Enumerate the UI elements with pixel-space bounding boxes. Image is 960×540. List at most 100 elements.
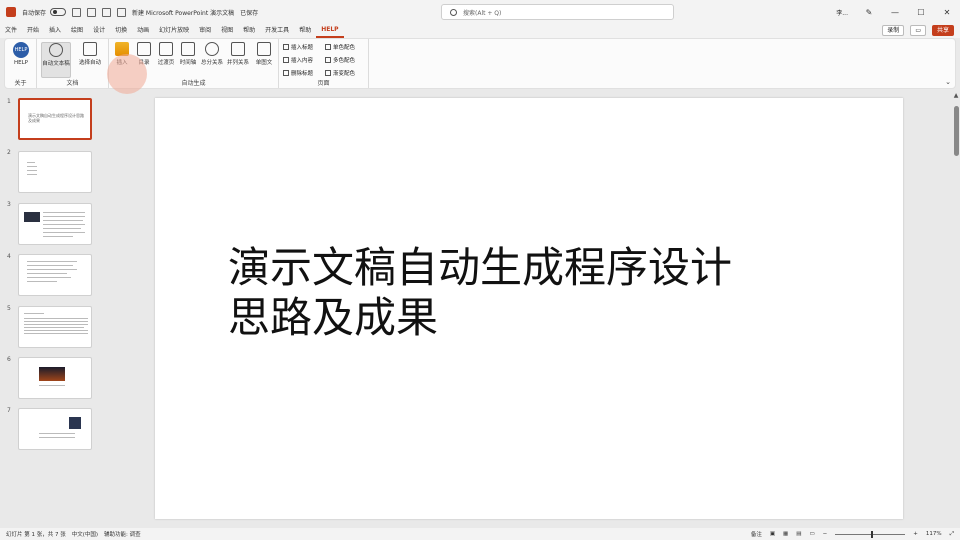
- search-placeholder: 搜索(Alt + Q): [463, 9, 502, 17]
- select-auto-button[interactable]: 选择自动: [75, 42, 105, 66]
- tab-file[interactable]: 文件: [0, 24, 22, 38]
- scroll-up-icon[interactable]: ▲: [952, 92, 960, 99]
- tab-animations[interactable]: 动画: [132, 24, 154, 38]
- slide-thumbnail-4[interactable]: [18, 254, 92, 296]
- insert-content-button[interactable]: 插入内容: [283, 56, 313, 64]
- slide-thumbnail-5[interactable]: [18, 306, 92, 348]
- slide-thumbnail-3[interactable]: [18, 203, 92, 245]
- notes-button[interactable]: 备注: [751, 530, 762, 538]
- slide-number: 2: [7, 149, 11, 156]
- group-label-page: 页面: [317, 80, 330, 87]
- normal-view-icon[interactable]: ▣: [770, 531, 775, 537]
- status-bar: 幻灯片 第 1 张，共 7 张 中文(中国) 辅助功能: 调查 备注 ▣ ▦ ▤…: [0, 528, 960, 540]
- tab-help-addin[interactable]: HELP: [316, 24, 344, 38]
- delete-title-button[interactable]: 删除标题: [283, 69, 313, 77]
- group-about: HELP HELP 关于: [5, 39, 37, 88]
- transition-page-button[interactable]: 过渡页: [155, 42, 177, 66]
- multi-color-button[interactable]: 多色配色: [325, 56, 355, 64]
- pen-icon[interactable]: ✎: [856, 8, 882, 17]
- list-icon: [137, 42, 151, 56]
- maximize-button[interactable]: ☐: [908, 8, 934, 17]
- zoom-slider[interactable]: [835, 530, 906, 538]
- timeline-button[interactable]: 时间轴: [177, 42, 199, 66]
- insert-title-button[interactable]: 插入标题: [283, 43, 313, 51]
- group-label-document: 文档: [66, 80, 79, 87]
- tab-design[interactable]: 设计: [88, 24, 110, 38]
- tab-transitions[interactable]: 切换: [110, 24, 132, 38]
- fit-slide-icon[interactable]: ⤢: [950, 531, 954, 538]
- slide-title[interactable]: 演示文稿自动生成程序设计思路及成果: [228, 243, 768, 343]
- slide-sorter-icon[interactable]: ▦: [783, 531, 788, 537]
- file-name[interactable]: 新建 Microsoft PowerPoint 演示文稿: [132, 8, 234, 17]
- slide-thumbnail-6[interactable]: [18, 357, 92, 399]
- slide-number: 1: [7, 98, 11, 105]
- search-box[interactable]: 搜索(Alt + Q): [441, 4, 674, 20]
- slide-number: 4: [7, 253, 11, 260]
- hierarchy-icon: [205, 42, 219, 56]
- start-slideshow-icon[interactable]: [117, 7, 127, 17]
- zoom-out-icon[interactable]: −: [823, 531, 828, 537]
- save-icon[interactable]: [72, 7, 82, 17]
- record-button[interactable]: 录制: [882, 25, 905, 36]
- slide-thumbnail-2[interactable]: [18, 151, 92, 193]
- group-label-about: 关于: [14, 80, 27, 87]
- slide-number: 3: [7, 201, 11, 208]
- group-page: 插入标题 插入内容 删除标题 单色配色 多色配色 渐变配色 页面: [279, 39, 369, 88]
- image-text-icon: [257, 42, 271, 56]
- ribbon-tabs: 文件 开始 插入 绘图 设计 切换 动画 幻灯片放映 审阅 视图 帮助 开发工具…: [0, 24, 960, 38]
- slide-number: 5: [7, 305, 11, 312]
- comments-button[interactable]: ▭: [910, 25, 926, 36]
- help-button[interactable]: HELP HELP: [10, 42, 32, 66]
- zoom-in-icon[interactable]: +: [913, 531, 918, 537]
- minimize-button[interactable]: —: [882, 8, 908, 17]
- gradient-color-button[interactable]: 渐变配色: [325, 69, 355, 77]
- content-icon: [283, 57, 289, 63]
- redo-icon[interactable]: [102, 7, 112, 17]
- tab-slideshow[interactable]: 幻灯片放映: [154, 24, 194, 38]
- saved-state[interactable]: 已保存: [240, 8, 258, 17]
- slide-info: 幻灯片 第 1 张，共 7 张: [6, 532, 66, 538]
- tab-insert[interactable]: 插入: [44, 24, 66, 38]
- powerpoint-logo-icon: [6, 7, 16, 17]
- lines-icon: [159, 42, 173, 56]
- timeline-icon: [181, 42, 195, 56]
- autosave-toggle[interactable]: [50, 8, 67, 16]
- slide-number: 6: [7, 356, 11, 363]
- grid-icon: [231, 42, 245, 56]
- reading-view-icon[interactable]: ▤: [796, 531, 801, 537]
- scrollbar-thumb[interactable]: [954, 106, 959, 156]
- user-name[interactable]: 李...: [836, 8, 848, 17]
- zoom-level[interactable]: 117%: [926, 531, 942, 537]
- help-logo-icon: HELP: [13, 42, 29, 58]
- slide-number: 7: [7, 407, 11, 414]
- delete-icon: [283, 70, 289, 76]
- slide-thumbnail-7[interactable]: [18, 408, 92, 450]
- tab-help-2[interactable]: 帮助: [294, 24, 316, 38]
- tab-help[interactable]: 帮助: [238, 24, 260, 38]
- tab-draw[interactable]: 绘图: [66, 24, 88, 38]
- accessibility-status[interactable]: 辅助功能: 调查: [104, 530, 141, 538]
- speech-bubble-icon: [49, 43, 63, 57]
- cup-icon: [83, 42, 97, 56]
- vertical-scrollbar[interactable]: ▲: [952, 92, 960, 528]
- ribbon: HELP HELP 关于 自动文本稿 选择自动 文档 插入 目录 过渡页: [4, 38, 956, 89]
- parallel-button[interactable]: 并列关系: [227, 42, 249, 66]
- gradient-color-icon: [325, 70, 331, 76]
- ribbon-collapse-icon[interactable]: ⌄: [945, 78, 951, 86]
- slide-canvas[interactable]: 演示文稿自动生成程序设计思路及成果: [155, 98, 903, 519]
- slide-thumbnail-1[interactable]: 演示文稿自动生成程序设计思路及成果: [18, 98, 92, 140]
- hierarchy-button[interactable]: 总分关系: [201, 42, 223, 66]
- auto-text-button[interactable]: 自动文本稿: [41, 42, 71, 78]
- share-button[interactable]: 共享: [931, 25, 954, 36]
- language[interactable]: 中文(中国): [72, 530, 98, 538]
- mono-color-button[interactable]: 单色配色: [325, 43, 355, 51]
- slideshow-icon[interactable]: ▭: [809, 531, 814, 537]
- group-document: 自动文本稿 选择自动 文档: [37, 39, 109, 88]
- tab-review[interactable]: 审阅: [194, 24, 216, 38]
- single-image-button[interactable]: 单图文: [253, 42, 275, 66]
- tab-developer[interactable]: 开发工具: [260, 24, 294, 38]
- undo-icon[interactable]: [87, 7, 97, 17]
- tab-view[interactable]: 视图: [216, 24, 238, 38]
- tab-home[interactable]: 开始: [22, 24, 44, 38]
- close-button[interactable]: ✕: [934, 8, 960, 17]
